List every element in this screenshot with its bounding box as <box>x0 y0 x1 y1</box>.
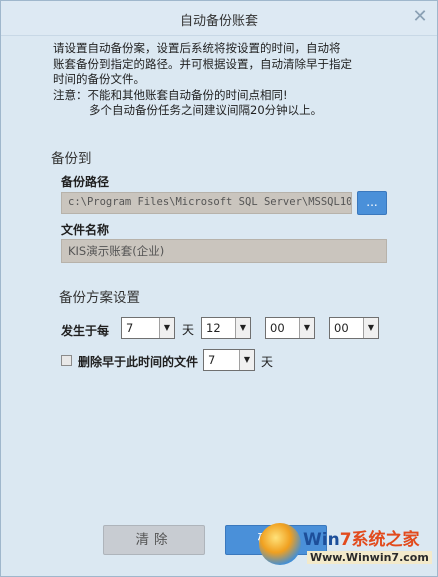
delete-days-value: 7 <box>208 353 216 367</box>
filename-input[interactable]: KIS演示账套(企业) <box>61 239 387 263</box>
chevron-down-icon: ▼ <box>235 318 250 338</box>
clear-button[interactable]: 清除 <box>103 525 205 555</box>
chevron-down-icon: ▼ <box>159 318 174 338</box>
intro-note: 注意：不能和其他账套自动备份的时间点相同! <box>53 87 288 102</box>
watermark-brand-a: Win <box>303 530 340 550</box>
watermark-brand-b: 7系统之家 <box>339 530 420 550</box>
hour-value: 12 <box>206 321 221 335</box>
chevron-down-icon: ▼ <box>363 318 378 338</box>
title-bar: 自动备份账套 ✕ <box>1 1 437 36</box>
intro-text: 请设置自动备份案，设置后系统将按设置的时间，自动将 账套备份到指定的路径。并可根… <box>53 41 393 119</box>
delete-old-checkbox[interactable] <box>61 355 72 366</box>
intro-line-2: 账套备份到指定的路径。并可根据设置，自动清除早于指定 <box>53 56 352 71</box>
backup-path-label: 备份路径 <box>61 175 110 189</box>
auto-backup-dialog: 自动备份账套 ✕ 请设置自动备份案，设置后系统将按设置的时间，自动将 账套备份到… <box>0 0 438 577</box>
occur-label: 发生于每 <box>61 324 110 338</box>
days-select[interactable]: 7 ▼ <box>121 317 175 339</box>
watermark-logo: Win7系统之家 Www.Winwin7.com <box>259 521 437 576</box>
filename-label: 文件名称 <box>61 223 110 237</box>
browse-button[interactable]: ... <box>357 191 387 215</box>
hour-select[interactable]: 12 ▼ <box>201 317 251 339</box>
days-value: 7 <box>126 321 134 335</box>
days-unit: 天 <box>182 323 195 337</box>
delete-days-select[interactable]: 7 ▼ <box>203 349 255 371</box>
watermark-site: Www.Winwin7.com <box>307 551 432 564</box>
plan-heading: 备份方案设置 <box>59 290 140 306</box>
delete-old-label: 删除早于此时间的文件 <box>78 355 199 369</box>
minute-value: 00 <box>270 321 285 335</box>
intro-line-1: 请设置自动备份案，设置后系统将按设置的时间，自动将 <box>53 41 341 55</box>
backup-path-input[interactable]: c:\Program Files\Microsoft SQL Server\MS… <box>61 192 352 214</box>
intro-line-3: 时间的备份文件。 <box>53 72 145 86</box>
chevron-down-icon: ▼ <box>299 318 314 338</box>
intro-interval-note: 多个自动备份任务之间建议间隔20分钟以上。 <box>89 103 323 117</box>
second-select[interactable]: 00 ▼ <box>329 317 379 339</box>
dialog-title: 自动备份账套 <box>179 14 258 29</box>
windows-logo-icon <box>259 523 301 565</box>
watermark-brand: Win7系统之家 <box>303 525 420 550</box>
delete-days-unit: 天 <box>261 355 274 369</box>
minute-select[interactable]: 00 ▼ <box>265 317 315 339</box>
close-icon[interactable]: ✕ <box>411 8 429 26</box>
second-value: 00 <box>334 321 349 335</box>
chevron-down-icon: ▼ <box>239 350 254 370</box>
backup-to-heading: 备份到 <box>51 151 92 167</box>
